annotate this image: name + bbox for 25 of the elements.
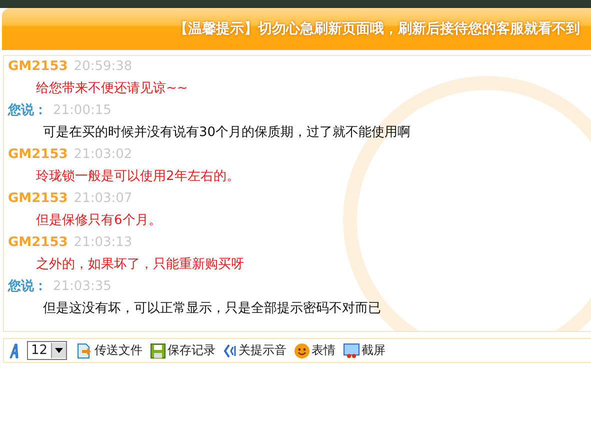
sender-name: GM2153 (8, 234, 68, 250)
caret-icon (54, 348, 63, 353)
emoji-button[interactable]: 表情 (292, 342, 338, 359)
message-text: 给您带来不便还请见谅~~ (36, 80, 188, 97)
file-arrow-icon (74, 342, 93, 360)
monitor-scissors-icon (342, 342, 360, 358)
sound-button[interactable]: 关提示音 (220, 342, 289, 359)
message-text: 但是保修只有6个月。 (36, 212, 162, 229)
notice-text: 【温馨提示】切勿心急刷新页面哦，刷新后接待您的客服就看不到 (174, 20, 580, 38)
sender-name: 您说： (8, 102, 47, 119)
message-text: 之外的，如果坏了，只能重新购买呀 (36, 256, 244, 273)
sender-name: GM2153 (8, 146, 68, 162)
font-size-dropdown[interactable]: 12 (27, 341, 67, 360)
message-text: 可是在买的时候并没有说有30个月的保质期，过了就不能使用啊 (43, 124, 411, 141)
message-text: 但是这没有坏，可以正常显示，只是全部提示密码不对而已 (43, 300, 381, 317)
sender-name: 您说： (8, 278, 47, 295)
sender-name: GM2153 (8, 58, 68, 74)
speaker-icon (222, 342, 237, 358)
message-text: 玲珑锁一般是可以使用2年左右的。 (36, 168, 240, 185)
font-icon[interactable] (9, 342, 21, 358)
send-file-button[interactable]: 传送文件 (72, 342, 145, 360)
save-button[interactable]: 保存记录 (148, 342, 218, 359)
screenshot-button[interactable]: 截屏 (340, 342, 388, 359)
sender-name: GM2153 (8, 190, 68, 206)
smiley-icon (294, 342, 310, 358)
